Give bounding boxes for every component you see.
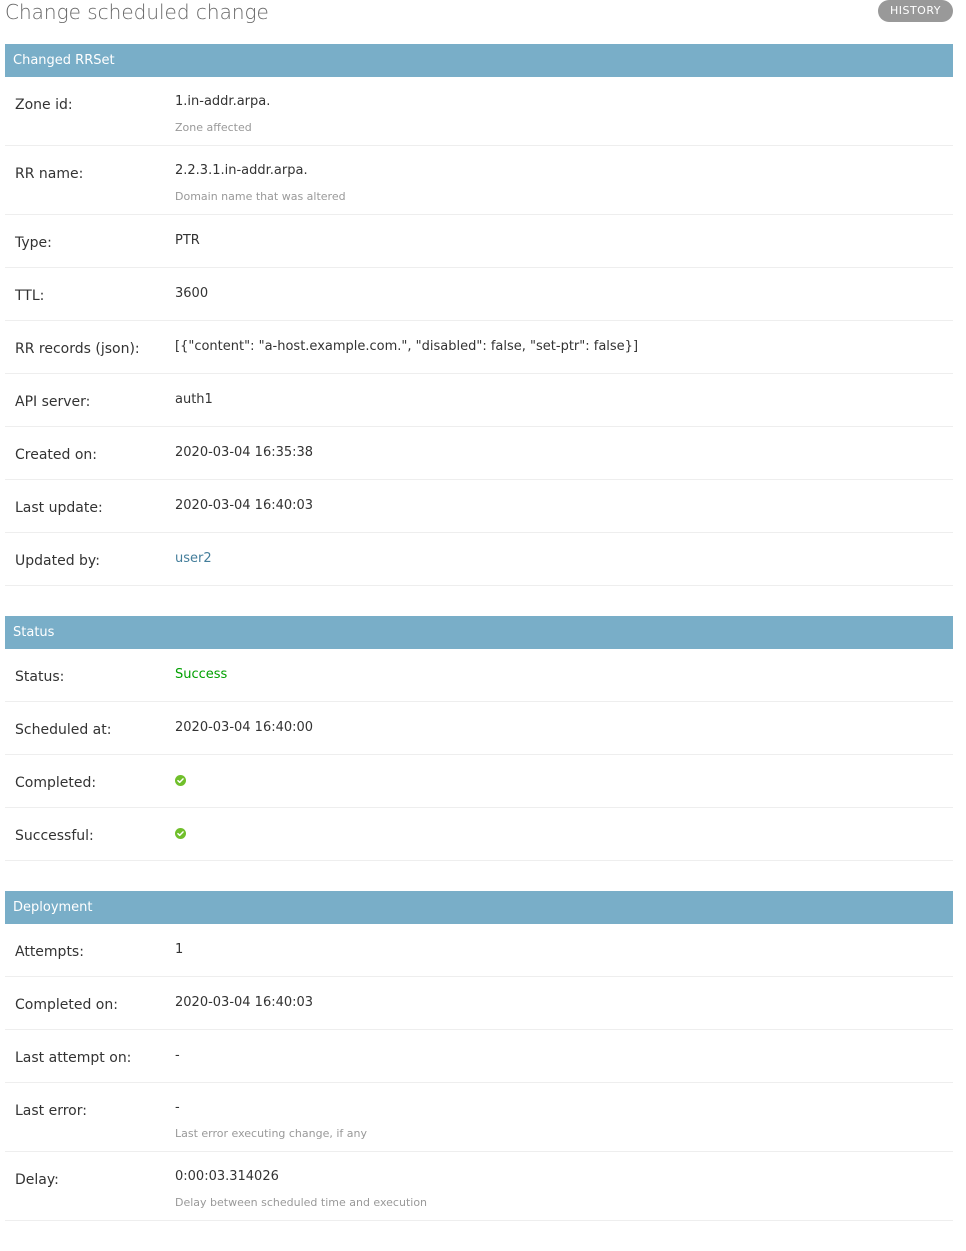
- field-value-rr-name: 2.2.3.1.in-addr.arpa. Domain name that w…: [175, 146, 953, 214]
- updated-by-user-link[interactable]: user2: [175, 551, 212, 566]
- form-row-status: Status: Success: [5, 649, 953, 702]
- field-label-last-error: Last error:: [15, 1103, 87, 1119]
- fieldset-changed-rrset: Changed RRSet Zone id: 1.in-addr.arpa. Z…: [5, 44, 953, 586]
- section-header-status: Status: [5, 616, 953, 649]
- section-header-deployment: Deployment: [5, 891, 953, 924]
- form-row-last-attempt-on: Last attempt on: -: [5, 1030, 953, 1083]
- field-label-completed-on: Completed on:: [15, 997, 118, 1013]
- field-value-delay: 0:00:03.314026 Delay between scheduled t…: [175, 1152, 953, 1220]
- form-row-rr-records: RR records (json): [{"content": "a-host.…: [5, 321, 953, 374]
- field-value-successful: [175, 808, 953, 860]
- form-row-ttl: TTL: 3600: [5, 268, 953, 321]
- field-value-ttl: 3600: [175, 286, 209, 301]
- rr-name-value: 2.2.3.1.in-addr.arpa.: [175, 163, 308, 178]
- field-value-created-on: 2020-03-04 16:35:38: [175, 445, 314, 460]
- field-label-updated-by: Updated by:: [15, 553, 100, 569]
- field-label-last-attempt-on: Last attempt on:: [15, 1050, 132, 1066]
- form-row-scheduled-at: Scheduled at: 2020-03-04 16:40:00: [5, 702, 953, 755]
- field-label-rr-name: RR name:: [15, 166, 84, 182]
- field-label-successful: Successful:: [15, 828, 94, 844]
- last-error-helptext: Last error executing change, if any: [175, 1127, 368, 1140]
- field-value-completed-on: 2020-03-04 16:40:03: [175, 995, 314, 1010]
- page-header: Change scheduled change HISTORY: [0, 0, 966, 44]
- form-row-completed: Completed:: [5, 755, 953, 808]
- fieldset-status: Status Status: Success Scheduled at: 202…: [5, 616, 953, 861]
- field-label-api-server: API server:: [15, 394, 91, 410]
- field-value-last-update: 2020-03-04 16:40:03: [175, 498, 314, 513]
- field-value-zone-id: 1.in-addr.arpa. Zone affected: [175, 77, 953, 145]
- form-row-zone-id: Zone id: 1.in-addr.arpa. Zone affected: [5, 77, 953, 146]
- form-row-created-on: Created on: 2020-03-04 16:35:38: [5, 427, 953, 480]
- delay-helptext: Delay between scheduled time and executi…: [175, 1196, 428, 1209]
- field-label-status: Status:: [15, 669, 65, 685]
- field-label-attempts: Attempts:: [15, 944, 84, 960]
- history-button[interactable]: HISTORY: [877, 0, 953, 22]
- field-value-scheduled-at: 2020-03-04 16:40:00: [175, 720, 314, 735]
- form-row-completed-on: Completed on: 2020-03-04 16:40:03: [5, 977, 953, 1030]
- form-row-last-error: Last error: - Last error executing chang…: [5, 1083, 953, 1152]
- status-value: Success: [175, 667, 228, 682]
- field-value-last-error: - Last error executing change, if any: [175, 1083, 953, 1151]
- form-row-last-update: Last update: 2020-03-04 16:40:03: [5, 480, 953, 533]
- field-label-ttl: TTL:: [15, 288, 45, 304]
- field-label-rr-records: RR records (json):: [15, 341, 140, 357]
- form-row-rr-name: RR name: 2.2.3.1.in-addr.arpa. Domain na…: [5, 146, 953, 215]
- field-value-last-attempt-on: -: [175, 1048, 180, 1063]
- field-label-completed: Completed:: [15, 775, 97, 791]
- field-value-type: PTR: [175, 233, 200, 248]
- delay-value: 0:00:03.314026: [175, 1169, 279, 1184]
- form-row-updated-by: Updated by: user2: [5, 533, 953, 586]
- field-label-last-update: Last update:: [15, 500, 103, 516]
- field-value-attempts: 1: [175, 942, 184, 957]
- form-row-attempts: Attempts: 1: [5, 924, 953, 977]
- check-circle-icon: [175, 828, 186, 839]
- field-value-updated-by: user2: [175, 533, 953, 585]
- last-error-value: -: [175, 1100, 180, 1115]
- form-row-api-server: API server: auth1: [5, 374, 953, 427]
- change-form: Changed RRSet Zone id: 1.in-addr.arpa. Z…: [5, 44, 953, 1251]
- field-value-api-server: auth1: [175, 392, 213, 407]
- field-label-delay: Delay:: [15, 1172, 59, 1188]
- rr-name-helptext: Domain name that was altered: [175, 190, 346, 203]
- field-value-rr-records: [{"content": "a-host.example.com.", "dis…: [175, 339, 639, 354]
- field-label-scheduled-at: Scheduled at:: [15, 722, 112, 738]
- fieldset-deployment: Deployment Attempts: 1 Completed on: 202…: [5, 891, 953, 1221]
- field-label-type: Type:: [15, 235, 52, 251]
- form-row-successful: Successful:: [5, 808, 953, 861]
- form-row-type: Type: PTR: [5, 215, 953, 268]
- field-value-completed: [175, 755, 953, 807]
- zone-id-helptext: Zone affected: [175, 121, 252, 134]
- check-circle-icon: [175, 775, 186, 786]
- zone-id-value: 1.in-addr.arpa.: [175, 94, 271, 109]
- page-title: Change scheduled change: [5, 0, 269, 24]
- field-label-zone-id: Zone id:: [15, 97, 73, 113]
- form-row-delay: Delay: 0:00:03.314026 Delay between sche…: [5, 1152, 953, 1221]
- section-header-changed-rrset: Changed RRSet: [5, 44, 953, 77]
- field-value-status: Success: [175, 649, 953, 701]
- field-label-created-on: Created on:: [15, 447, 98, 463]
